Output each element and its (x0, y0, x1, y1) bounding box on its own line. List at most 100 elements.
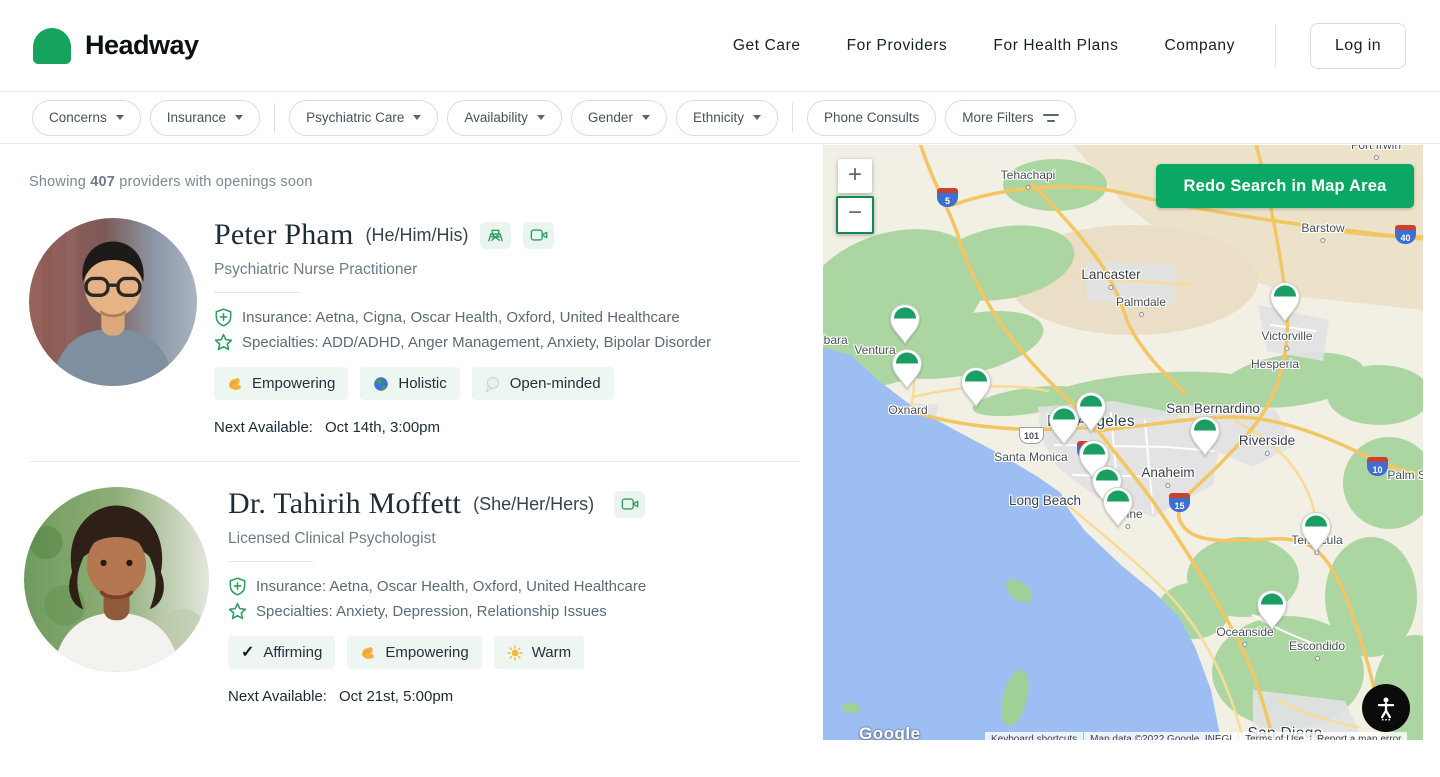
map-pin[interactable] (1268, 281, 1302, 323)
filter-concerns[interactable]: Concerns (32, 100, 141, 136)
report-map-error-link[interactable]: Report a map error (1311, 732, 1407, 740)
filter-lines-icon (1043, 114, 1059, 122)
filter-phone-consults[interactable]: Phone Consults (807, 100, 936, 136)
map-pin[interactable] (1188, 415, 1222, 457)
filter-psychiatric-care[interactable]: Psychiatric Care (289, 100, 438, 136)
tag-holistic: Holistic (360, 367, 459, 400)
tag-empowering: Empowering (214, 367, 348, 400)
map-label-town: Victorville (1261, 329, 1312, 351)
divider (228, 561, 313, 562)
insurance-row: Insurance: Aetna, Cigna, Oscar Health, O… (214, 308, 711, 327)
nav-for-providers[interactable]: For Providers (847, 37, 948, 55)
provider-name[interactable]: Dr. Tahirih Moffett (228, 487, 461, 521)
thought-balloon-emoji (485, 376, 501, 392)
avatar[interactable] (24, 487, 209, 672)
insurance-label: Insurance: (242, 309, 312, 326)
filter-insurance[interactable]: Insurance (150, 100, 260, 136)
chevron-down-icon (116, 115, 124, 120)
map-label-town: Hesperia (1251, 357, 1299, 371)
headway-logo[interactable]: Headway (33, 28, 199, 64)
filter-availability[interactable]: Availability (447, 100, 562, 136)
terms-of-use-link[interactable]: Terms of Use (1239, 732, 1310, 740)
map-pin[interactable] (1074, 391, 1108, 433)
nav-company[interactable]: Company (1164, 37, 1235, 55)
filter-concerns-label: Concerns (49, 110, 107, 125)
globe-emoji (373, 376, 389, 392)
in-person-icon (480, 222, 511, 249)
provider-title: Licensed Clinical Psychologist (228, 530, 646, 548)
map-label-town: Escondido (1289, 639, 1345, 661)
filter-group-divider (792, 103, 793, 133)
next-available-row: Next Available: Oct 21st, 5:00pm (228, 688, 646, 705)
provider-card[interactable]: Peter Pham (He/Him/His) Psychiatric Nurs… (29, 218, 800, 436)
map-label-town: Santa Monica (994, 450, 1067, 464)
map-label-town: Tehachapi (1001, 168, 1056, 190)
redo-search-button[interactable]: Redo Search in Map Area (1156, 164, 1414, 208)
main-nav: Get Care For Providers For Health Plans … (733, 23, 1406, 69)
interstate-10-shield: 10 (1367, 457, 1388, 476)
specialties-star-icon (228, 602, 247, 621)
zoom-out-button[interactable]: − (836, 196, 874, 234)
map-label-town: Palm Springs (1387, 468, 1423, 482)
avatar[interactable] (29, 218, 197, 386)
specialties-star-icon (214, 333, 233, 352)
map-pin[interactable] (959, 366, 993, 408)
chevron-down-icon (235, 115, 243, 120)
provider-name[interactable]: Peter Pham (214, 218, 353, 252)
chevron-down-icon (537, 115, 545, 120)
filter-phone-consults-label: Phone Consults (824, 110, 919, 125)
zoom-in-button[interactable]: + (838, 159, 872, 193)
us-101-shield: 101 (1019, 427, 1044, 444)
tag-warm: Warm (494, 636, 584, 669)
nav-for-health-plans[interactable]: For Health Plans (993, 37, 1118, 55)
personality-tags: ✓ Affirming Empowering (228, 636, 646, 669)
top-header: Headway Get Care For Providers For Healt… (0, 0, 1440, 92)
filter-more-filters[interactable]: More Filters (945, 100, 1075, 136)
filter-ethnicity[interactable]: Ethnicity (676, 100, 778, 136)
filter-gender[interactable]: Gender (571, 100, 667, 136)
keyboard-shortcuts-link[interactable]: Keyboard shortcuts (985, 732, 1083, 740)
results-count: 407 (90, 174, 115, 190)
results-count-line: Showing 407 providers with openings soon (29, 174, 800, 190)
provider-card[interactable]: Dr. Tahirih Moffett (She/Her/Hers) Licen… (24, 487, 800, 705)
tag-empowering: Empowering (347, 636, 481, 669)
nav-get-care[interactable]: Get Care (733, 37, 801, 55)
accessibility-icon (1373, 695, 1399, 721)
map-pin[interactable] (890, 348, 924, 390)
next-available-label: Next Available: (228, 688, 327, 705)
results-prefix: Showing (29, 174, 90, 190)
login-button[interactable]: Log in (1310, 23, 1406, 69)
filter-group-divider (274, 103, 275, 133)
insurance-row: Insurance: Aetna, Oscar Health, Oxford, … (228, 577, 646, 596)
provider-title: Psychiatric Nurse Practitioner (214, 261, 711, 279)
map-pin[interactable] (1101, 486, 1135, 528)
sun-emoji (507, 645, 523, 661)
muscle-emoji (227, 376, 243, 392)
specialties-label: Specialties: (256, 603, 333, 620)
map-pin[interactable] (1255, 589, 1289, 631)
insurance-label: Insurance: (256, 578, 326, 595)
map-label-city: Long Beach (1009, 493, 1081, 508)
video-icon (614, 491, 645, 518)
insurance-shield-icon (228, 577, 247, 596)
specialties-row: Specialties: ADD/ADHD, Anger Management,… (214, 333, 711, 352)
video-icon (523, 222, 554, 249)
interstate-40-shield: 40 (1395, 225, 1416, 244)
specialties-list: ADD/ADHD, Anger Management, Anxiety, Bip… (322, 334, 711, 351)
tag-label: Empowering (385, 644, 468, 661)
accessibility-button[interactable] (1362, 684, 1410, 732)
tag-label: Warm (532, 644, 571, 661)
filter-more-filters-label: More Filters (962, 110, 1033, 125)
map-pin[interactable] (1299, 511, 1333, 553)
divider (214, 292, 299, 293)
filter-gender-label: Gender (588, 110, 633, 125)
map-pin[interactable] (888, 303, 922, 345)
tag-label: Empowering (252, 375, 335, 392)
map-panel[interactable]: Tehachapi Fort Irwin Barstow Lancaster P… (823, 145, 1423, 740)
google-logo: Google (859, 724, 921, 740)
specialties-label: Specialties: (242, 334, 319, 351)
provider-pronouns: (He/Him/His) (365, 225, 468, 246)
next-available-value: Oct 14th, 3:00pm (325, 419, 440, 436)
chevron-down-icon (753, 115, 761, 120)
check-emoji: ✓ (241, 645, 254, 661)
